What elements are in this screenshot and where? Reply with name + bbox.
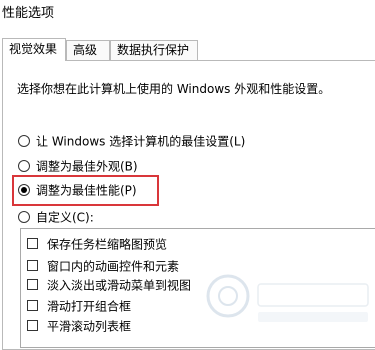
- checkbox[interactable]: [27, 320, 38, 331]
- window-title: 性能选项: [2, 6, 55, 21]
- effect-label: 窗口内的动画控件和元素: [47, 259, 180, 274]
- effect-label: 滑动打开组合框: [47, 299, 132, 314]
- radio-label: 自定义(C):: [36, 210, 94, 225]
- effect-item-animate-controls[interactable]: 窗口内的动画控件和元素: [27, 257, 179, 275]
- effect-label: 淡入淡出或滑动菜单到视图: [47, 278, 192, 293]
- tab-visual-effects[interactable]: 视觉效果: [2, 38, 66, 61]
- radio-circle[interactable]: [18, 210, 30, 223]
- radio-label: 让 Windows 选择计算机的最佳设置(L): [36, 134, 246, 149]
- description-text: 选择你想在此计算机上使用的 Windows 外观和性能设置。: [17, 82, 331, 96]
- checkbox[interactable]: [27, 238, 38, 249]
- radio-circle[interactable]: [18, 134, 30, 147]
- radio-label: 调整为最佳外观(B): [36, 159, 138, 174]
- radio-let-windows-choose[interactable]: 让 Windows 选择计算机的最佳设置(L): [18, 132, 245, 150]
- radio-best-appearance[interactable]: 调整为最佳外观(B): [18, 157, 138, 175]
- checkbox[interactable]: [27, 260, 38, 271]
- annotation-highlight-box: [12, 175, 159, 206]
- effect-label: 保存任务栏缩略图预览: [47, 237, 168, 252]
- effect-item-fade-slide-menus[interactable]: 淡入淡出或滑动菜单到视图: [27, 276, 191, 294]
- effect-label: 平滑滚动列表框: [47, 319, 132, 334]
- radio-custom[interactable]: 自定义(C):: [18, 208, 94, 226]
- tab-data-execution-prevention[interactable]: 数据执行保护: [110, 40, 198, 60]
- tab-advanced[interactable]: 高级: [66, 40, 110, 60]
- checkbox[interactable]: [27, 279, 38, 290]
- radio-circle[interactable]: [18, 159, 30, 172]
- effect-item-taskbar-thumbnails[interactable]: 保存任务栏缩略图预览: [27, 235, 167, 253]
- effect-item-slide-combo-boxes[interactable]: 滑动打开组合框: [27, 297, 131, 315]
- checkbox[interactable]: [27, 300, 38, 311]
- effect-item-smooth-scroll-listboxes[interactable]: 平滑滚动列表框: [27, 317, 131, 335]
